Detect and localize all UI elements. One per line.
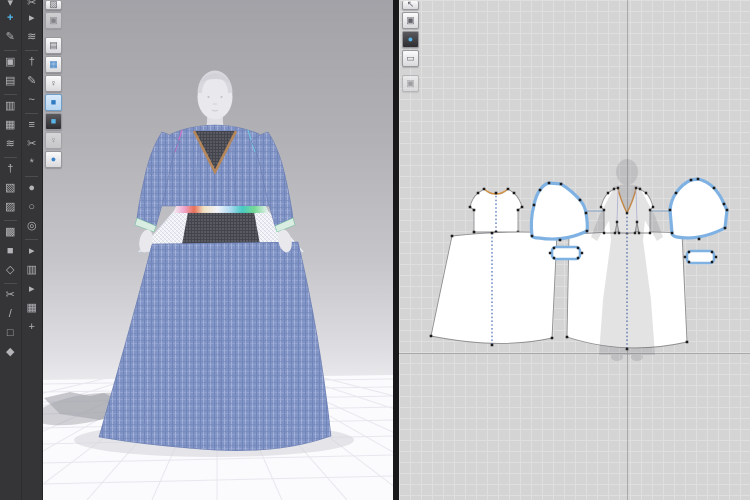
expand-pattern-tool-icon[interactable]: + [22,318,42,337]
render-mode-icon[interactable]: ▨ [45,1,62,10]
transform-pattern-tool-icon[interactable]: ▤ [0,72,20,91]
dress-skirt[interactable] [99,242,331,451]
measure-tool-icon[interactable]: ≡ [22,116,42,135]
3d-scene [42,0,393,500]
pattern-piece-cuff-right[interactable] [685,251,716,263]
shirt-fold-tool-icon[interactable]: ◆ [0,343,20,362]
tack-tool-icon[interactable]: ✎ [22,72,42,91]
collapse-chevron-icon[interactable]: ▾ [0,0,20,9]
2d-pattern-viewport[interactable]: ↖ ▣ ● ▭ ▣ [399,0,750,500]
avatar-display-icon[interactable]: ♀ [45,132,62,149]
garment-shirt-tool-icon[interactable]: ▣ [0,53,20,72]
show-3d-garment-icon[interactable]: ▤ [45,37,62,54]
app: ▾ + ✎ ▣ ▤ ▥ ▦ ≋ † [0,0,750,500]
viewport2d-toolbar: ↖ ▣ ● ▭ ▣ [402,1,419,92]
toolbar-column-1: ▾ + ✎ ▣ ▤ ▥ ▦ ≋ † [0,0,22,500]
show-garment-thumbnail-icon[interactable]: ▣ [402,12,419,29]
pin-tool-icon[interactable]: † [0,160,20,179]
pattern-shaded-icon[interactable]: ■ [45,113,62,130]
free-sewing-tool-icon[interactable]: ≋ [0,135,20,154]
show-pattern-piece-icon[interactable]: ▭ [402,50,419,67]
show-pattern-active-icon[interactable]: ■ [45,94,62,111]
fabric-select-tool-icon[interactable]: ▸ [22,242,42,261]
main-toolbar: ▾ + ✎ ▣ ▤ ▥ ▦ ≋ † [0,0,43,500]
fabric-texture-select-icon[interactable]: ▸ [22,280,42,299]
vest-tool-icon[interactable]: ■ [0,242,20,261]
fold-arrangement-tool-icon[interactable]: ▨ [0,198,20,217]
3d-viewport[interactable]: ▨ ▣ ▤ ▦ ♀ ■ ■ ♀ ● [42,0,393,500]
sewing-lines-tool-icon[interactable]: ≋ [22,28,42,47]
internal-line-tool-icon[interactable]: / [0,305,20,324]
texture-sphere-icon[interactable]: ● [402,31,419,48]
flattening-tool-icon[interactable]: ◇ [0,261,20,280]
sewing-machine-tool-icon[interactable]: ▥ [0,97,20,116]
pattern-piece-bodice-back[interactable] [470,189,522,232]
pattern-piece-sleeve-left[interactable] [531,183,587,240]
environment-sphere-icon[interactable]: ● [45,151,62,168]
jacket-tool-icon[interactable]: ▩ [0,223,20,242]
show-avatar-icon[interactable]: ♀ [45,75,62,92]
edit-pattern-tool-icon[interactable]: ✎ [0,28,20,47]
needle-tool-icon[interactable]: † [22,53,42,72]
strain-band [173,206,269,213]
fabric-texture-roll-icon[interactable]: ▦ [22,299,42,318]
viewport3d-toolbar: ▨ ▣ ▤ ▦ ♀ ■ ■ ♀ ● [45,1,62,168]
garment-texture-icon[interactable]: ▦ [45,56,62,73]
brush-tool-icon[interactable]: ▧ [0,179,20,198]
buttonhole-tool-icon[interactable]: ○ [22,198,42,217]
2d-pattern-scene [399,0,750,500]
pattern-piece-skirt-left[interactable] [431,232,557,345]
panel-divider[interactable] [393,0,399,500]
segment-sewing-tool-icon[interactable]: ▦ [0,116,20,135]
toolbar-column-2: ✂ ▸ ≋ † ✎ ~ ≡ ✂ * [22,0,43,500]
trace-tool-icon[interactable]: ✂ [0,286,20,305]
pattern-piece-cuff-left[interactable] [550,247,582,259]
dress-bodice[interactable] [158,125,272,206]
lock-pattern-icon[interactable]: ▣ [402,75,419,92]
show-garment-toggle-icon[interactable]: ▣ [45,12,62,29]
curve-tool-icon[interactable]: ~ [22,91,42,110]
zipper-tool-icon[interactable]: ◎ [22,217,42,236]
select-pattern-tool-icon[interactable]: ↖ [402,1,419,10]
button-tool-icon[interactable]: ● [22,179,42,198]
pattern-piece-sleeve-right[interactable] [670,179,727,239]
select-move-tool-icon[interactable]: + [0,9,20,28]
grading-tool-icon[interactable]: * [22,154,42,173]
edit-sewing-tool-icon[interactable]: ▸ [22,9,42,28]
fabric-roll-tool-icon[interactable]: ▥ [22,261,42,280]
shirt-arrange-tool-icon[interactable]: □ [0,324,20,343]
scissors-detail-tool-icon[interactable]: ✂ [22,135,42,154]
cut-tool-icon[interactable]: ✂ [22,0,42,9]
